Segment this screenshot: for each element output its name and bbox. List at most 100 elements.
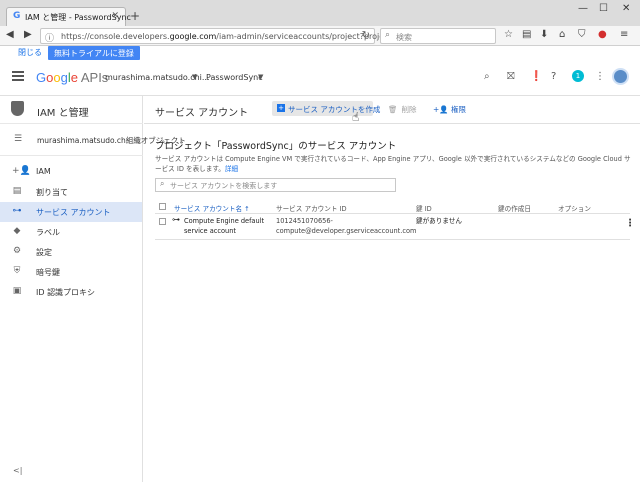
iam-shield-icon (11, 101, 24, 116)
search-icon[interactable]: ⌕ (484, 71, 490, 82)
sidebar-header: IAM と管理 (0, 96, 143, 124)
sidebar-item-label: サービス アカウント (36, 208, 111, 217)
section-description: サービス アカウントは Compute Engine VM で実行されているコー… (155, 155, 631, 173)
trial-banner: 閉じる 無料トライアルに登録 (0, 46, 640, 60)
org-selector[interactable]: ☰ murashima.matsudo.ch組織オブジェクト (0, 124, 186, 156)
menu-icon[interactable]: ≡ (620, 29, 628, 40)
sidebar-item-service-accounts[interactable]: ⊶ サービス アカウント (0, 202, 142, 222)
column-header-name[interactable]: サービス アカウント名 ↑ (174, 203, 250, 213)
sidebar-title: IAM と管理 (37, 108, 89, 119)
help-icon[interactable]: ? (551, 71, 556, 82)
download-icon[interactable]: ⬇ (540, 29, 548, 40)
free-trial-button[interactable]: 無料トライアルに登録 (48, 46, 140, 60)
sidebar-item-quotas[interactable]: ▤ 割り当て (0, 182, 142, 202)
hamburger-menu-icon[interactable] (12, 71, 24, 81)
forward-icon[interactable]: ▶ (24, 29, 32, 40)
chevron-down-icon[interactable]: ▼ (258, 73, 263, 81)
trash-icon: 🗑 (388, 105, 398, 114)
sidebar-item-encryption-keys[interactable]: ⛨ 暗号鍵 (0, 262, 142, 282)
service-account-icon: ⊶ (12, 206, 22, 216)
pocket-icon[interactable]: ⛉ (578, 29, 586, 40)
sidebar: IAM と管理 ☰ murashima.matsudo.ch組織オブジェクト +… (0, 96, 186, 482)
browser-nav-bar: ◀ ▶ ⓘ https://console.developers.google.… (0, 26, 640, 46)
browser-search-input[interactable]: ⌕ 検索 (380, 28, 496, 44)
alert-icon[interactable]: ❗ (530, 71, 542, 82)
library-icon[interactable]: ▤ (522, 29, 531, 40)
filter-input[interactable]: ⌕ サービス アカウントを検索します (155, 178, 396, 192)
sidebar-item-label: ID 認識プロキシ (36, 288, 96, 297)
google-apis-logo[interactable]: Google APIs (36, 70, 108, 85)
column-header-key-date: 鍵の作成日 (498, 205, 531, 213)
dismiss-link[interactable]: 閉じる (18, 47, 42, 58)
sidebar-item-settings[interactable]: ⚙ 設定 (0, 242, 142, 262)
url-bar[interactable]: ⓘ https://console.developers.google.com/… (40, 28, 413, 44)
browser-tab-bar: G IAM と管理 - PasswordSync ✕ + — ☐ ✕ (0, 0, 640, 26)
permissions-label: 権限 (451, 105, 467, 114)
toolbar: サービス アカウント + サービス アカウントを作成 ☝ 🗑 削除 +👤 権限 (144, 96, 640, 124)
main-content: サービス アカウント + サービス アカウントを作成 ☝ 🗑 削除 +👤 権限 プ… (144, 96, 640, 482)
maximize-icon[interactable]: ☐ (599, 3, 608, 14)
search-icon: ⌕ (160, 179, 165, 188)
select-all-checkbox[interactable] (159, 203, 166, 210)
key-shield-icon: ⛨ (13, 266, 21, 276)
filter-placeholder: サービス アカウントを検索します (170, 182, 278, 190)
delete-label: 削除 (401, 105, 417, 114)
addon-icon[interactable]: ● (598, 29, 607, 40)
project-selector[interactable]: PasswordSync (206, 73, 263, 82)
sidebar-item-label: 暗号鍵 (36, 268, 60, 277)
sidebar-item-iam[interactable]: +👤 IAM (0, 162, 142, 182)
bookmark-star-icon[interactable]: ☆ (504, 29, 513, 40)
column-header-options: オプション (558, 205, 591, 213)
details-link[interactable]: 詳細 (225, 165, 238, 173)
gift-icon[interactable]: ⛝ (507, 71, 515, 82)
table-row: ⊶ Compute Engine default service account… (155, 214, 635, 240)
service-account-name: Compute Engine default service account (184, 217, 265, 235)
close-tab-icon[interactable]: ✕ (111, 11, 119, 21)
sidebar-item-label: 設定 (36, 248, 52, 257)
browser-tab[interactable]: G IAM と管理 - PasswordSync ✕ (6, 7, 131, 26)
search-icon: ⌕ (385, 30, 391, 40)
label-icon: ◆ (13, 226, 21, 236)
new-tab-button[interactable]: + (130, 9, 140, 23)
hand-cursor-icon: ☝ (352, 110, 360, 124)
quota-icon: ▤ (12, 186, 22, 196)
collapse-sidebar-icon[interactable]: <| (13, 466, 22, 475)
search-placeholder: 検索 (396, 33, 412, 42)
chevron-down-icon[interactable]: ▼ (192, 73, 197, 81)
url-text: https://console.developers.google.com/ia… (61, 32, 413, 41)
minimize-icon[interactable]: — (578, 3, 588, 14)
column-header-key-id: 鍵 ID (416, 205, 432, 213)
section-heading: プロジェクト「PasswordSync」のサービス アカウント (155, 141, 397, 152)
home-icon[interactable]: ⌂ (559, 29, 565, 40)
row-more-vert-icon[interactable]: ⋮ (625, 218, 635, 229)
column-header-id[interactable]: サービス アカウント ID (276, 203, 347, 213)
close-window-icon[interactable]: ✕ (622, 3, 630, 14)
person-add-icon: +👤 (12, 166, 31, 176)
app-header: Google APIs murashima.matsudo.chi... ▼ P… (0, 60, 640, 96)
create-button-label: サービス アカウントを作成 (288, 105, 381, 114)
avatar[interactable] (612, 68, 629, 85)
google-favicon-icon: G (13, 11, 21, 21)
permissions-button[interactable]: +👤 権限 (433, 104, 466, 115)
service-account-id: 1012451070656- compute@developer.gservic… (276, 217, 417, 235)
sidebar-item-labels[interactable]: ◆ ラベル (0, 222, 142, 242)
reload-icon[interactable]: ↻ (362, 30, 370, 41)
page-title: サービス アカウント (155, 108, 249, 119)
back-icon[interactable]: ◀ (6, 29, 14, 40)
more-vert-icon[interactable]: ⋮ (595, 71, 605, 82)
add-icon: + (277, 104, 285, 112)
table-header: サービス アカウント名 ↑ サービス アカウント ID 鍵 ID 鍵の作成日 オ… (155, 200, 630, 214)
key-id: 鍵がありません (416, 217, 462, 225)
sidebar-item-label: 割り当て (36, 188, 68, 197)
sidebar-item-identity-aware-proxy[interactable]: ▣ ID 認識プロキシ (0, 282, 142, 302)
delete-button[interactable]: 🗑 削除 (388, 104, 417, 115)
service-account-icon: ⊶ (172, 215, 180, 224)
list-icon: ☰ (14, 134, 23, 144)
notification-badge[interactable]: 1 (572, 70, 584, 82)
row-checkbox[interactable] (159, 218, 166, 225)
sidebar-item-label: IAM (36, 167, 51, 176)
sidebar-item-label: ラベル (36, 228, 60, 237)
person-add-icon: +👤 (433, 105, 452, 114)
info-icon[interactable]: ⓘ (45, 31, 54, 44)
gear-icon: ⚙ (12, 246, 22, 256)
